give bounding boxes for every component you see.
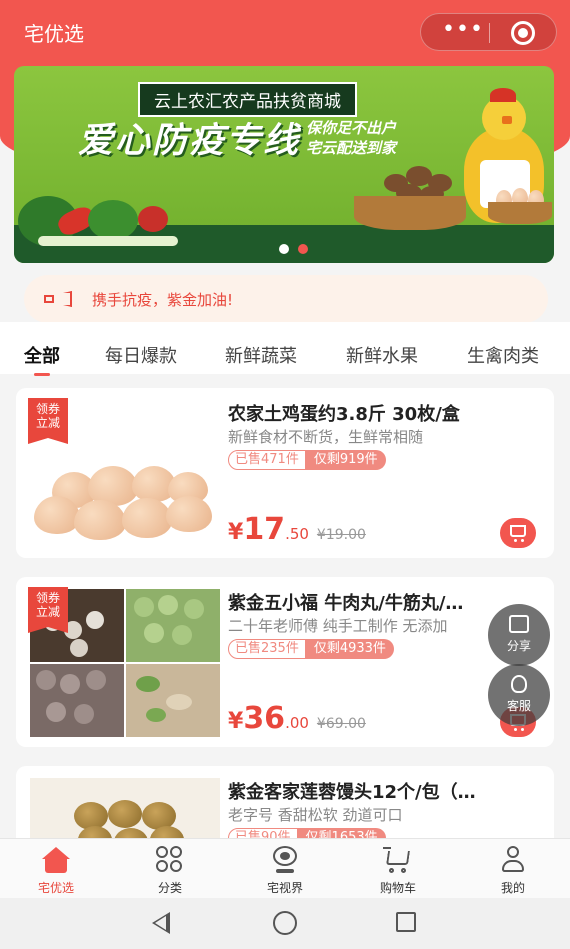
nav-home-label: 宅优选 <box>37 881 74 895</box>
nav-video[interactable]: 宅视界 <box>245 845 325 896</box>
share-label: 分享 <box>506 639 531 653</box>
add-to-cart-button[interactable] <box>500 518 536 548</box>
tab-poultry-meat[interactable]: 生禽肉类 <box>467 342 539 368</box>
nav-home[interactable]: 宅优选 <box>16 845 96 896</box>
price-decimal: .50 <box>285 525 309 543</box>
nav-cart-label: 购物车 <box>379 881 416 895</box>
banner-subtitle-line2: 宅云配送到家 <box>306 139 397 157</box>
customer-service-icon <box>511 675 527 693</box>
banner-subtitle-line1: 保你足不出户 <box>306 119 397 137</box>
notice-text: 携手抗疫，紫金加油! <box>92 291 234 309</box>
video-icon <box>270 845 300 875</box>
product-card[interactable]: 领券 立减 农家土鸡蛋约3.8斤 30枚/盒 新鲜食材不断货，生鲜常相随 已售4… <box>16 388 554 558</box>
remaining-stock-badge: 仅剩919件 <box>305 450 386 470</box>
product-description: 二十年老师傅 纯手工制作 无添加 <box>228 617 448 635</box>
customer-service-button[interactable]: 客服 <box>488 664 550 726</box>
customer-service-label: 客服 <box>506 699 531 713</box>
product-title: 紫金客家莲蓉馒头12个/包（… <box>228 782 476 803</box>
price-integer: 36 <box>243 701 286 736</box>
product-title: 农家土鸡蛋约3.8斤 30枚/盒 <box>228 404 460 425</box>
original-price: ¥69.00 <box>316 716 366 732</box>
megaphone-icon <box>44 291 72 307</box>
price-currency: ¥ <box>228 709 244 734</box>
vegetables-illustration <box>18 196 188 263</box>
product-price: ¥17.50 ¥19.00 <box>228 512 366 547</box>
recent-apps-icon[interactable] <box>396 912 416 932</box>
app-title: 宅优选 <box>24 22 84 46</box>
banner-headline: 爱心防疫专线 <box>78 121 301 161</box>
notice-bar[interactable]: 携手抗疫，紫金加油! <box>24 275 548 323</box>
share-button[interactable]: 分享 <box>488 604 550 666</box>
carousel-indicator <box>279 239 317 258</box>
coupon-ribbon-line1: 领券 <box>35 402 60 416</box>
nav-category[interactable]: 分类 <box>130 845 210 896</box>
sold-count-badge: 已售235件 <box>228 639 306 659</box>
category-tabs: 全部 每日爆款 新鲜蔬菜 新鲜水果 生禽肉类 <box>0 330 570 376</box>
carousel-dot-active[interactable] <box>298 244 308 254</box>
tab-fresh-vegetables[interactable]: 新鲜蔬菜 <box>225 342 297 368</box>
coupon-ribbon-line2: 立减 <box>35 605 60 619</box>
cart-icon <box>383 845 413 875</box>
product-title: 紫金五小福 牛肉丸/牛筋丸/… <box>228 593 464 614</box>
nav-cart[interactable]: 购物车 <box>358 845 438 896</box>
coupon-ribbon-line1: 领券 <box>35 591 60 605</box>
product-description: 老字号 香甜松软 劲道可口 <box>228 806 403 824</box>
coupon-ribbon: 领券 立减 <box>28 398 68 444</box>
nav-profile[interactable]: 我的 <box>473 845 553 896</box>
tab-fresh-fruit[interactable]: 新鲜水果 <box>346 342 418 368</box>
profile-icon <box>498 845 528 875</box>
home-icon <box>41 845 71 875</box>
price-currency: ¥ <box>228 520 244 545</box>
sold-count-badge: 已售471件 <box>228 450 306 470</box>
sales-badges: 已售235件 仅剩4933件 <box>228 639 394 659</box>
capsule-divider <box>489 23 490 43</box>
more-menu-button[interactable]: ••• <box>439 18 487 46</box>
product-card[interactable]: 领券 立减 紫金五小福 牛肉丸/牛筋丸/… 二十年老师傅 纯手工制作 无添加 已… <box>16 577 554 747</box>
system-navigation-bar <box>0 898 570 949</box>
nav-profile-label: 我的 <box>500 881 525 895</box>
home-circle-icon[interactable] <box>273 911 297 935</box>
promo-banner[interactable]: 云上农汇农产品扶贫商城 爱心防疫专线 保你足不出户 宅云配送到家 <box>14 66 554 263</box>
tab-all[interactable]: 全部 <box>24 342 60 376</box>
nav-video-label: 宅视界 <box>266 881 303 895</box>
tab-daily-hot[interactable]: 每日爆款 <box>105 342 177 368</box>
remaining-stock-badge: 仅剩4933件 <box>305 639 394 659</box>
mini-program-capsule: ••• <box>420 13 557 51</box>
back-icon[interactable] <box>152 912 170 934</box>
close-mini-program-icon[interactable] <box>511 21 535 45</box>
top-bar: 宅优选 ••• <box>0 0 570 64</box>
cart-icon <box>510 525 526 542</box>
product-description: 新鲜食材不断货，生鲜常相随 <box>228 428 424 446</box>
sales-badges: 已售471件 仅剩919件 <box>228 450 386 470</box>
coupon-ribbon: 领券 立减 <box>28 587 68 633</box>
original-price: ¥19.00 <box>316 527 366 543</box>
product-price: ¥36.00 ¥69.00 <box>228 701 366 736</box>
category-icon <box>155 845 185 875</box>
banner-subtitle: 保你足不出户 宅云配送到家 <box>306 118 436 158</box>
share-icon <box>509 615 529 633</box>
price-decimal: .00 <box>285 714 309 732</box>
bottom-navigation: 宅优选 分类 宅视界 购物车 我的 <box>0 838 570 898</box>
nav-category-label: 分类 <box>157 881 182 895</box>
carousel-dot[interactable] <box>279 244 289 254</box>
coupon-ribbon-line2: 立减 <box>35 416 60 430</box>
price-integer: 17 <box>243 512 286 547</box>
